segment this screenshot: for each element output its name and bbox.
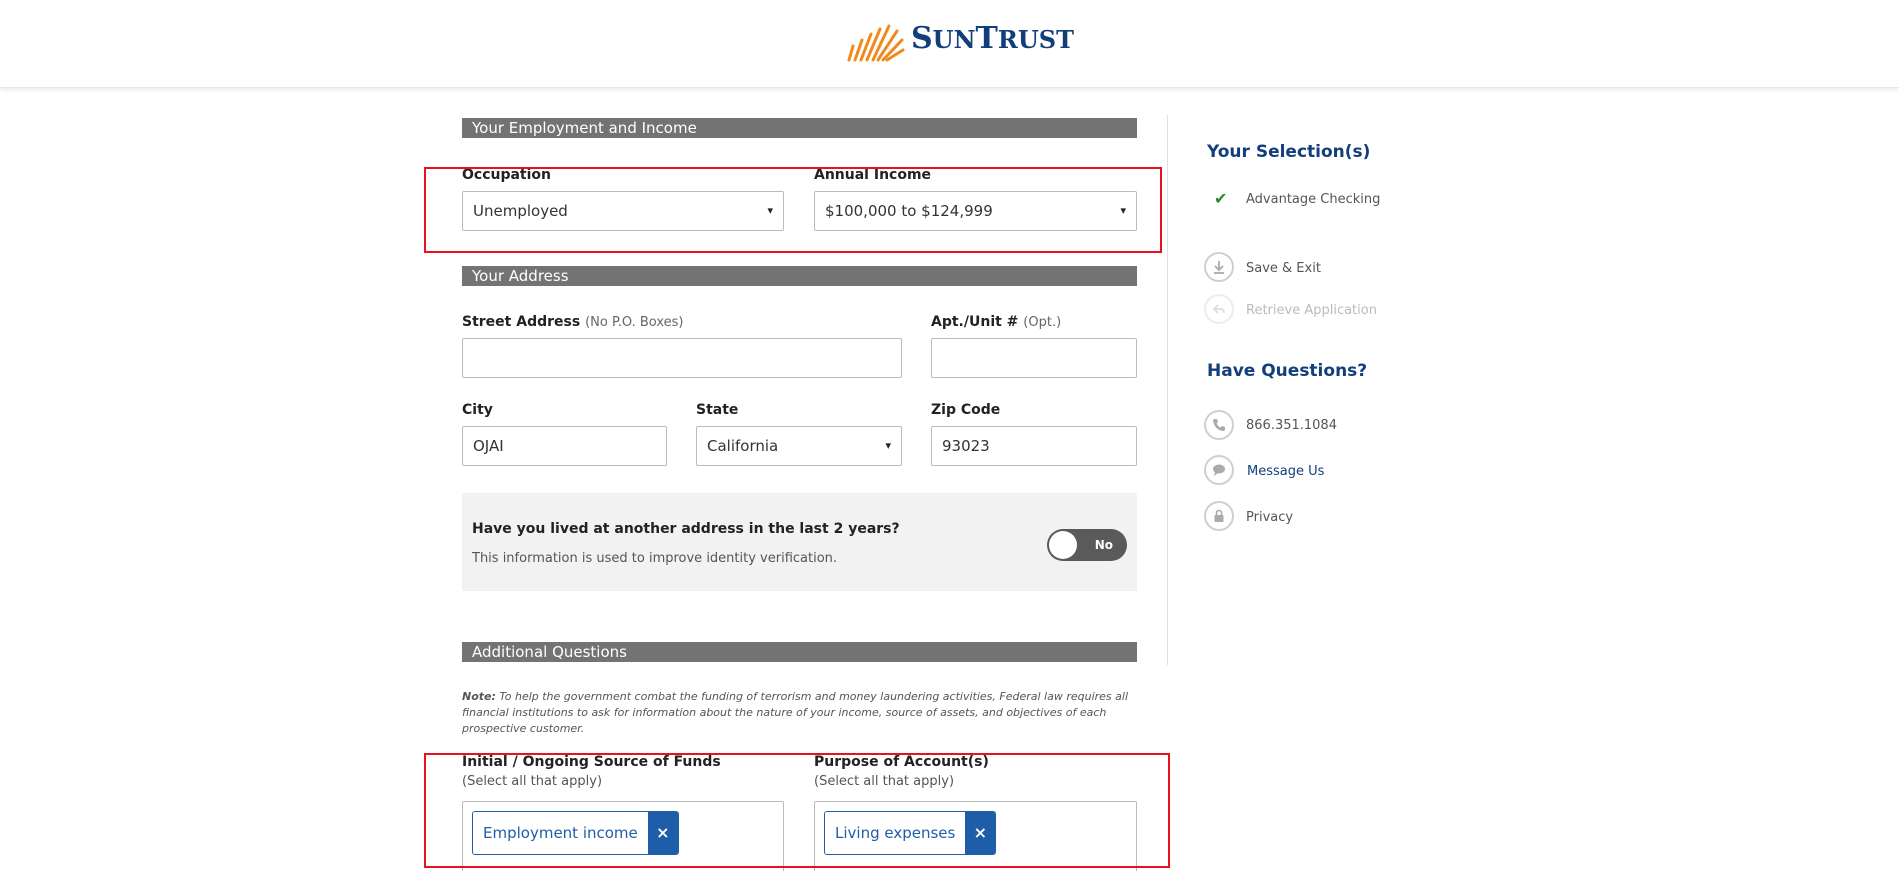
legal-note: Note: To help the government combat the … [462,690,1129,735]
have-questions-title: Have Questions? [1207,361,1368,381]
selection-advantage-checking: Advantage Checking [1246,192,1381,207]
section-address-title: Your Address [462,266,1137,286]
chevron-down-icon: ▾ [885,439,891,452]
toggle-label: No [1094,538,1113,552]
message-us-link[interactable]: Message Us [1247,464,1324,479]
state-value: California [707,437,779,455]
street-address-label: Street Address (No P.O. Boxes) [462,314,684,330]
phone-icon[interactable] [1204,410,1234,440]
previous-address-toggle[interactable]: No [1047,529,1127,561]
check-icon: ✔ [1214,189,1228,208]
chat-bubble-icon[interactable] [1204,455,1234,485]
sun-rays-icon [847,24,905,62]
toggle-knob [1049,531,1077,559]
state-select[interactable]: California ▾ [696,426,902,466]
previous-address-panel: Have you lived at another address in the… [462,493,1137,591]
lock-icon[interactable] [1204,501,1234,531]
city-input[interactable]: OJAI [462,426,667,466]
suntrust-logo[interactable]: SUNTRUST [845,16,1074,62]
previous-address-question: Have you lived at another address in the… [472,521,900,537]
zip-code-label: Zip Code [931,402,1001,418]
reply-arrow-icon [1204,294,1234,324]
apt-unit-input[interactable] [931,338,1137,378]
city-label: City [462,402,493,418]
section-additional-title: Additional Questions [462,642,1137,662]
sidebar-divider [1167,115,1168,665]
download-icon[interactable] [1204,252,1234,282]
zip-code-input[interactable]: 93023 [931,426,1137,466]
annotation-box-additional [424,753,1170,868]
annotation-box-employment [424,167,1162,253]
save-exit-link[interactable]: Save & Exit [1246,261,1321,276]
previous-address-help: This information is used to improve iden… [472,551,838,566]
retrieve-application-link: Retrieve Application [1246,303,1377,318]
street-address-input[interactable] [462,338,902,378]
state-label: State [696,402,739,418]
your-selections-title: Your Selection(s) [1207,142,1371,162]
phone-number[interactable]: 866.351.1084 [1246,418,1337,433]
section-employment-title: Your Employment and Income [462,118,1137,138]
privacy-link[interactable]: Privacy [1246,510,1293,525]
logo-wordmark: SUNTRUST [911,21,1074,56]
apt-unit-label: Apt./Unit # (Opt.) [931,314,1062,330]
header: SUNTRUST [0,0,1899,88]
